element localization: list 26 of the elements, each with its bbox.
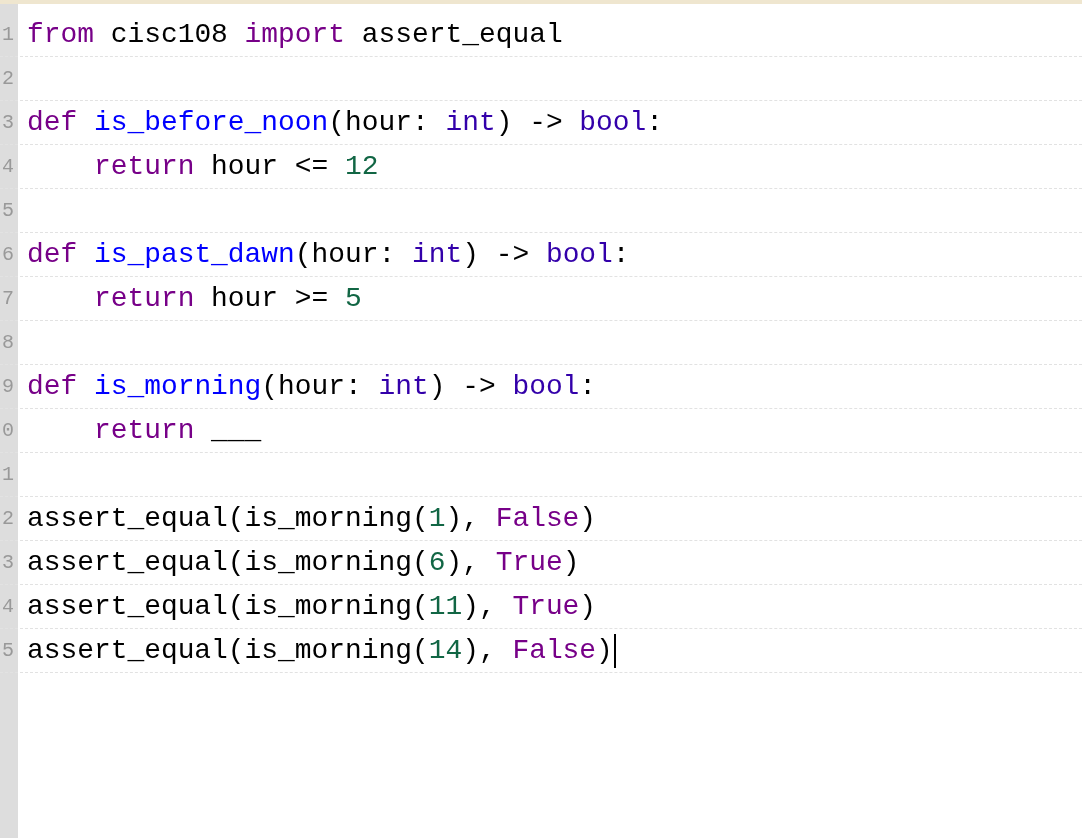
- line-number: 9: [2, 375, 14, 398]
- line-number: 2: [2, 507, 14, 530]
- code-line: assert_equal(is_morning(14), False): [27, 635, 613, 666]
- line-number: 0: [2, 419, 14, 442]
- line-number: 3: [2, 111, 14, 134]
- line-number: 3: [2, 551, 14, 574]
- line-number: 1: [2, 463, 14, 486]
- line-number: 8: [2, 331, 14, 354]
- line-number: 2: [2, 67, 14, 90]
- code-line: from cisc108 import assert_equal: [27, 19, 563, 50]
- code-line: def is_past_dawn(hour: int) -> bool:: [27, 239, 630, 270]
- code-line: return hour <= 12: [92, 151, 379, 182]
- line-number: 4: [2, 595, 14, 618]
- code-line: def is_before_noon(hour: int) -> bool:: [27, 107, 664, 138]
- code-line: assert_equal(is_morning(11), True): [27, 591, 597, 622]
- line-number: 1: [2, 23, 14, 46]
- code-line: assert_equal(is_morning(1), False): [27, 503, 597, 534]
- code-line: def is_morning(hour: int) -> bool:: [27, 371, 597, 402]
- code-line: return hour >= 5: [92, 283, 362, 314]
- line-number: 7: [2, 287, 14, 310]
- line-number: 6: [2, 243, 14, 266]
- code-line: return ___: [92, 415, 262, 446]
- code-line: assert_equal(is_morning(6), True): [27, 547, 580, 578]
- line-number: 4: [2, 155, 14, 178]
- line-number: 5: [2, 639, 14, 662]
- line-number: 5: [2, 199, 14, 222]
